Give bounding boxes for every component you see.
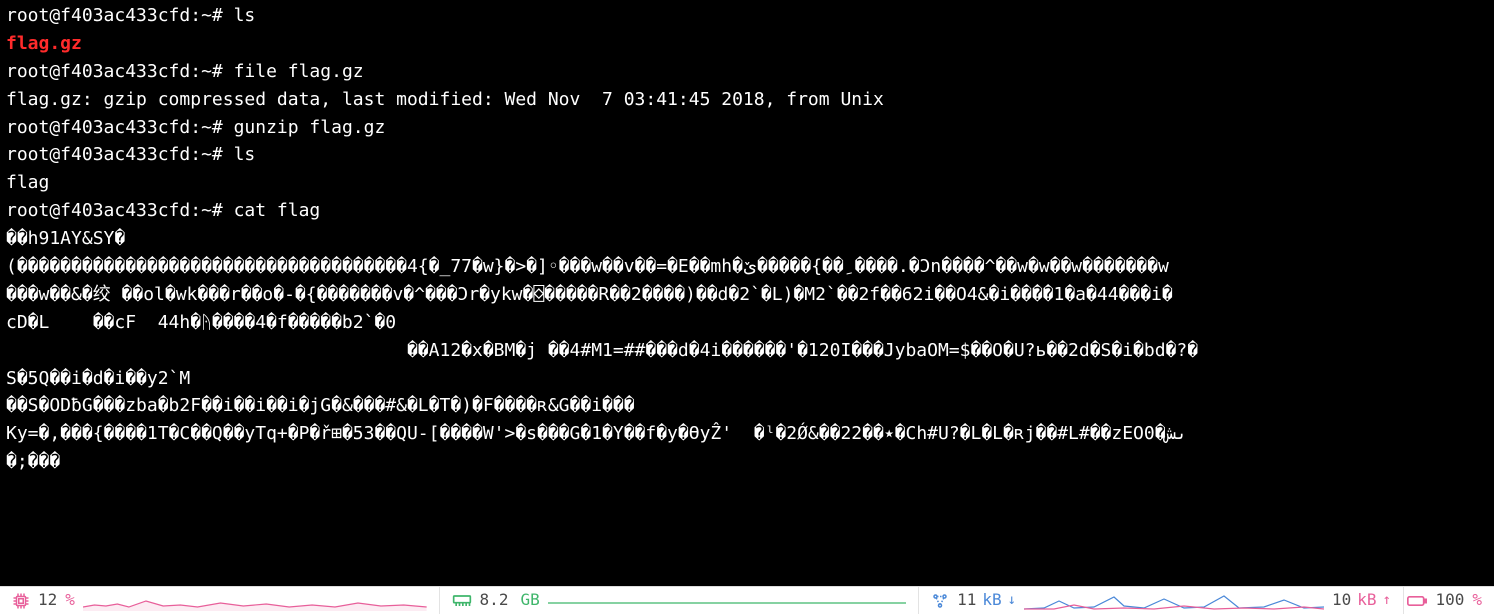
network-cell: 11 kB ↓ 10 kB ↑ (919, 587, 1404, 614)
cpu-value: 12 (38, 588, 57, 613)
binary-output-line: Ky=�,���{����1T�C��Q��yTq+�P�ř⊞�53��QU-[… (6, 420, 1488, 448)
net-up-value: 10 (1332, 588, 1351, 613)
cpu-cell: 12% (0, 587, 440, 614)
memory-sparkline (548, 591, 906, 611)
cpu-sparkline (83, 591, 427, 611)
memory-cell: 8.2 GB (440, 587, 920, 614)
down-arrow-icon: ↓ (1008, 590, 1016, 612)
net-up-unit: kB (1357, 588, 1376, 613)
binary-output-line: cD�L ��cF 44h�ᚤ����4�f�����b2`�0 (6, 309, 1488, 337)
command-text: ls (234, 144, 256, 165)
command-text: gunzip flag.gz (234, 117, 386, 138)
file-listing-compressed: flag.gz (6, 33, 82, 54)
battery-value: 100 (1435, 588, 1464, 613)
command-line: root@f403ac433cfd:~# file flag.gz (6, 58, 1488, 86)
binary-output-line: (������������������������������������4{�… (6, 253, 1488, 281)
network-sparkline (1024, 591, 1324, 611)
binary-output-line: ���w��&�绞 ��ol�wk���r��o�-�{�������v�^��… (6, 281, 1488, 309)
binary-output-line: S�5Q��i�d�i��y2`M (6, 365, 1488, 393)
memory-value: 8.2 (480, 588, 509, 613)
output-line: flag.gz: gzip compressed data, last modi… (6, 86, 1488, 114)
binary-output-line: ��h91AY&SY� (6, 225, 1488, 253)
battery-unit: % (1472, 588, 1482, 613)
memory-icon (452, 594, 472, 608)
shell-prompt: root@f403ac433cfd:~# (6, 144, 234, 165)
battery-icon (1407, 595, 1427, 607)
command-line: root@f403ac433cfd:~# ls (6, 2, 1488, 30)
command-text: cat flag (234, 200, 321, 221)
net-up-group: 10 kB ↑ (1332, 588, 1391, 613)
output-line: flag.gz (6, 30, 1488, 58)
output-line: flag (6, 169, 1488, 197)
command-line: root@f403ac433cfd:~# gunzip flag.gz (6, 114, 1488, 142)
cpu-unit: % (65, 588, 75, 613)
shell-prompt: root@f403ac433cfd:~# (6, 200, 234, 221)
shell-prompt: root@f403ac433cfd:~# (6, 61, 234, 82)
command-text: file flag.gz (234, 61, 364, 82)
memory-unit: GB (520, 588, 539, 613)
network-icon (931, 592, 949, 610)
command-text: ls (234, 5, 256, 26)
status-bar: 12% 8.2 GB 11 kB ↓ (0, 586, 1494, 614)
net-down-value: 11 (957, 588, 976, 613)
battery-cell: 100% (1404, 587, 1494, 614)
command-line: root@f403ac433cfd:~# ls (6, 141, 1488, 169)
cpu-icon (12, 592, 30, 610)
shell-prompt: root@f403ac433cfd:~# (6, 5, 234, 26)
up-arrow-icon: ↑ (1383, 590, 1391, 612)
shell-prompt: root@f403ac433cfd:~# (6, 117, 234, 138)
command-line: root@f403ac433cfd:~# cat flag (6, 197, 1488, 225)
net-down-group: 11 kB ↓ (957, 588, 1016, 613)
net-down-unit: kB (982, 588, 1001, 613)
terminal-output-area[interactable]: root@f403ac433cfd:~# ls flag.gz root@f403a… (0, 0, 1494, 586)
binary-output-line: ��S�ODƀG���zba�b2F��i��i��i�jG�&���#&�L�… (6, 392, 1488, 420)
binary-output-line: �;��� (6, 448, 1488, 476)
binary-output-line: ��A12�x�BM�ј ��4#M1=##���d�4i������'�120… (6, 337, 1488, 365)
